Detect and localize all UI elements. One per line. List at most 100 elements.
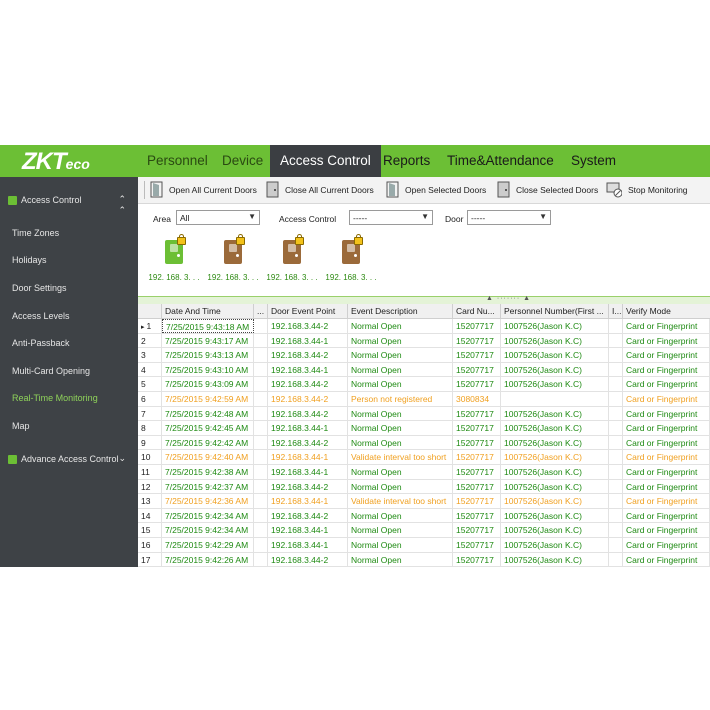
sidebar-item-access-levels[interactable]: Access Levels [12,311,70,321]
area-select[interactable]: All ▼ [176,210,260,225]
sidebar-item-anti-passback[interactable]: Anti-Passback [12,338,70,348]
sidebar-item-map[interactable]: Map [12,421,30,431]
col-header-door-event-point[interactable]: Door Event Point [268,304,348,318]
table-row[interactable]: 7 7/25/2015 9:42:48 AM 192.168.3.44-2 Norma… [138,406,710,422]
cell-index: 5 [138,377,162,392]
nav-reports[interactable]: Reports [373,145,440,177]
cell-event-description: Normal Open [348,406,453,421]
sidebar-section-label: Access Control [21,195,82,205]
door-close-icon [497,181,510,198]
table-row[interactable]: 5 7/25/2015 9:43:09 AM 192.168.3.44-2 Norma… [138,377,710,392]
table-row[interactable]: 3 7/25/2015 9:43:13 AM 192.168.3.44-2 Norma… [138,348,710,363]
event-table: Date And Time ... Door Event Point Event… [138,304,710,568]
sidebar-item-door-settings[interactable]: Door Settings [12,283,67,293]
cell-more [254,508,268,523]
cell-personnel-number: 1007526(Jason K.C) [501,523,609,538]
table-row[interactable]: 6 7/25/2015 9:42:59 AM 192.168.3.44-2 Perso… [138,392,710,407]
cell-date-time: 7/25/2015 9:42:40 AM [162,450,254,465]
table-row[interactable]: 12 7/25/2015 9:42:37 AM 192.168.3.44-2 Norm… [138,479,710,495]
sidebar-item-holidays[interactable]: Holidays [12,255,47,265]
cell-date-time: 7/25/2015 9:42:38 AM [162,465,254,479]
cell-i [609,421,623,436]
cell-personnel-number: 1007526(Jason K.C) [501,508,609,523]
access-control-icon [8,196,17,205]
col-header-personnel-number[interactable]: Personnel Number(First ... [501,304,609,318]
cell-more [254,362,268,377]
table-row[interactable]: 13 7/25/2015 9:42:36 AM 192.168.3.44-1 Vali… [138,494,710,509]
nav-device[interactable]: Device [212,145,273,177]
cell-verify-mode: Card or Fingerprint [623,319,710,333]
cell-card-number: 15207717 [453,450,501,465]
cell-verify-mode: Card or Fingerprint [623,333,710,348]
nav-access-control[interactable]: Access Control [270,145,381,177]
open-all-doors-button[interactable]: Open All Current Doors [150,181,262,199]
door-item[interactable]: 192. 168. 3. . . [144,234,204,286]
cell-i [609,538,623,552]
close-selected-doors-button[interactable]: Close Selected Doors [497,181,601,199]
table-row[interactable]: 14 7/25/2015 9:42:34 AM 192.168.3.44-2 Norm… [138,508,710,524]
close-all-doors-button[interactable]: Close All Current Doors [266,181,378,199]
table-row[interactable]: 2 7/25/2015 9:43:17 AM 192.168.3.44-1 Norma… [138,333,710,349]
col-header-index[interactable] [138,304,162,318]
cell-i [609,508,623,523]
cell-date-time: 7/25/2015 9:42:37 AM [162,479,254,494]
sidebar-item-multi-card-opening[interactable]: Multi-Card Opening [12,366,90,376]
cell-door-event-point: 192.168.3.44-2 [268,508,348,523]
sidebar-section-advance-access-control[interactable]: Advance Access Control ⌄ [0,446,138,474]
cell-event-description: Normal Open [348,479,453,494]
stop-monitoring-button[interactable]: Stop Monitoring [606,181,696,199]
cell-date-time: 7/25/2015 9:42:42 AM [162,435,254,450]
cell-i [609,333,623,348]
col-header-card-number[interactable]: Card Nu... [453,304,501,318]
nav-personnel[interactable]: Personnel [137,145,218,177]
door-open-icon [150,181,163,198]
table-row[interactable]: 17 7/25/2015 9:42:26 AM 192.168.3.44-2 Norm… [138,552,710,568]
table-row[interactable]: 15 7/25/2015 9:42:34 AM 192.168.3.44-1 Norm… [138,523,710,538]
col-header-i[interactable]: I... [609,304,623,318]
cell-more [254,406,268,421]
cell-event-description: Normal Open [348,435,453,450]
cell-verify-mode: Card or Fingerprint [623,392,710,406]
dropdown-arrow-icon: ▼ [539,212,547,221]
cell-more [254,538,268,552]
nav-system[interactable]: System [561,145,626,177]
cell-door-event-point: 192.168.3.44-2 [268,406,348,421]
cell-index: 3 [138,348,162,363]
open-selected-doors-button[interactable]: Open Selected Doors [386,181,490,199]
nav-time-attendance[interactable]: Time&Attendance [437,145,564,177]
cell-index: 9 [138,435,162,450]
filter-bar: Area All ▼ Access Control ----- ▼ Door ---… [138,204,710,234]
cell-door-event-point: 192.168.3.44-1 [268,494,348,509]
cell-i [609,494,623,509]
table-row[interactable]: 10 7/25/2015 9:42:40 AM 192.168.3.44-1 Vali… [138,450,710,465]
sidebar-item-time-zones[interactable]: Time Zones [12,228,59,238]
cell-door-event-point: 192.168.3.44-2 [268,552,348,567]
cell-verify-mode: Card or Fingerprint [623,523,710,538]
col-header-event-description[interactable]: Event Description [348,304,453,318]
cell-i [609,450,623,465]
cell-i [609,377,623,392]
col-header-more[interactable]: ... [254,304,268,318]
door-item[interactable]: 192. 168. 3. . . [203,234,263,286]
door-item[interactable]: 192. 168. 3. . . [321,234,381,286]
cell-personnel-number: 1007526(Jason K.C) [501,435,609,450]
access-control-select[interactable]: ----- ▼ [349,210,433,225]
sidebar-item-real-time-monitoring[interactable]: Real-Time Monitoring [12,393,98,403]
sidebar-section-access-control[interactable]: Access Control ⌃ ⌃ [0,187,138,215]
cell-more [254,348,268,363]
door-item[interactable]: 192. 168. 3. . . [262,234,322,286]
table-row[interactable]: 9 7/25/2015 9:42:42 AM 192.168.3.44-2 Norma… [138,435,710,451]
col-header-date[interactable]: Date And Time [162,304,254,318]
cell-card-number: 15207717 [453,435,501,450]
table-row[interactable]: 16 7/25/2015 9:42:29 AM 192.168.3.44-1 Norm… [138,538,710,553]
door-select[interactable]: ----- ▼ [467,210,551,225]
cell-verify-mode: Card or Fingerprint [623,421,710,436]
table-row[interactable]: 11 7/25/2015 9:42:38 AM 192.168.3.44-1 Norm… [138,465,710,480]
table-row[interactable]: ▸ 1 7/25/2015 9:43:18 AM 192.168.3.44-2 Nor… [138,319,710,334]
table-row[interactable]: 4 7/25/2015 9:43:10 AM 192.168.3.44-1 Norma… [138,362,710,378]
cell-door-event-point: 192.168.3.44-1 [268,362,348,377]
table-row[interactable]: 8 7/25/2015 9:42:45 AM 192.168.3.44-1 Norma… [138,421,710,436]
cell-card-number: 15207717 [453,377,501,392]
col-header-verify-mode[interactable]: Verify Mode [623,304,710,318]
cell-more [254,392,268,406]
